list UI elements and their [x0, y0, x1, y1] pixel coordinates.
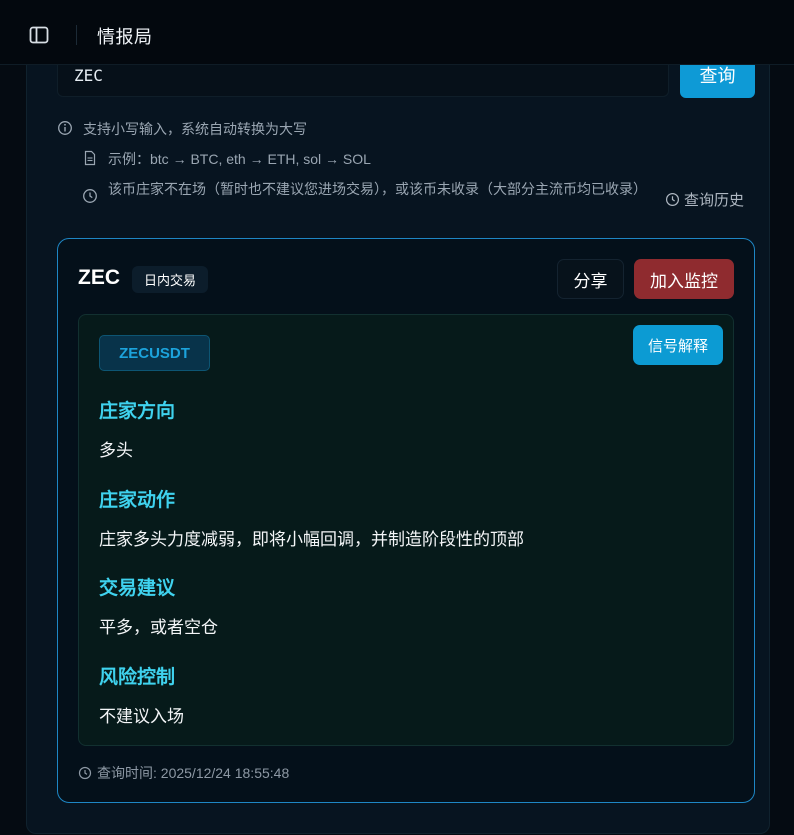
hint-absent-text: 该币庄家不在场（暂时也不建议您进场交易），或该币未收录（大部分主流币均已收录）	[108, 181, 647, 197]
signal-explain-button[interactable]: 信号解释	[633, 325, 723, 365]
section-title-action: 庄家动作	[99, 490, 176, 511]
section-title-advice: 交易建议	[99, 578, 176, 599]
hint-case-text: 支持小写输入，系统自动转换为大写	[83, 121, 307, 137]
history-label: 查询历史	[684, 192, 745, 209]
hint-example: 示例：btc → BTC, eth → ETH, sol → SOL	[82, 149, 371, 169]
section-title-direction: 庄家方向	[99, 401, 176, 422]
trade-mode-badge: 日内交易	[132, 266, 209, 293]
coin-symbol: ZEC	[78, 266, 120, 289]
section-text-direction: 多头	[99, 441, 133, 460]
sidebar-toggle-icon[interactable]	[28, 24, 50, 46]
clock-icon	[83, 189, 97, 203]
document-icon	[84, 150, 96, 166]
section-text-risk: 不建议入场	[99, 707, 184, 726]
history-link[interactable]: 查询历史	[665, 189, 744, 210]
hint-example-text: 示例：btc → BTC, eth → ETH, sol → SOL	[108, 151, 371, 167]
hint-case: 支持小写输入，系统自动转换为大写	[57, 119, 307, 139]
section-text-action: 庄家多头力度减弱，即将小幅回调，并制造阶段性的顶部	[99, 530, 524, 549]
page-title: 情报局	[97, 27, 153, 47]
share-button[interactable]: 分享	[557, 259, 624, 299]
section-text-advice: 平多，或者空仓	[99, 618, 218, 637]
clock-icon	[78, 766, 92, 780]
clock-icon	[665, 192, 680, 207]
section-title-risk: 风险控制	[99, 667, 176, 688]
header-divider	[76, 25, 77, 45]
trading-pair-badge: ZECUSDT	[99, 335, 210, 371]
info-icon	[58, 121, 72, 135]
query-timestamp: 查询时间: 2025/12/24 18:55:48	[78, 763, 289, 783]
hint-absent: 该币庄家不在场（暂时也不建议您进场交易），或该币未收录（大部分主流币均已收录）	[82, 179, 652, 204]
top-bar: 情报局	[0, 0, 794, 65]
add-monitor-button[interactable]: 加入监控	[634, 259, 734, 299]
query-time-text: 查询时间: 2025/12/24 18:55:48	[97, 765, 290, 781]
